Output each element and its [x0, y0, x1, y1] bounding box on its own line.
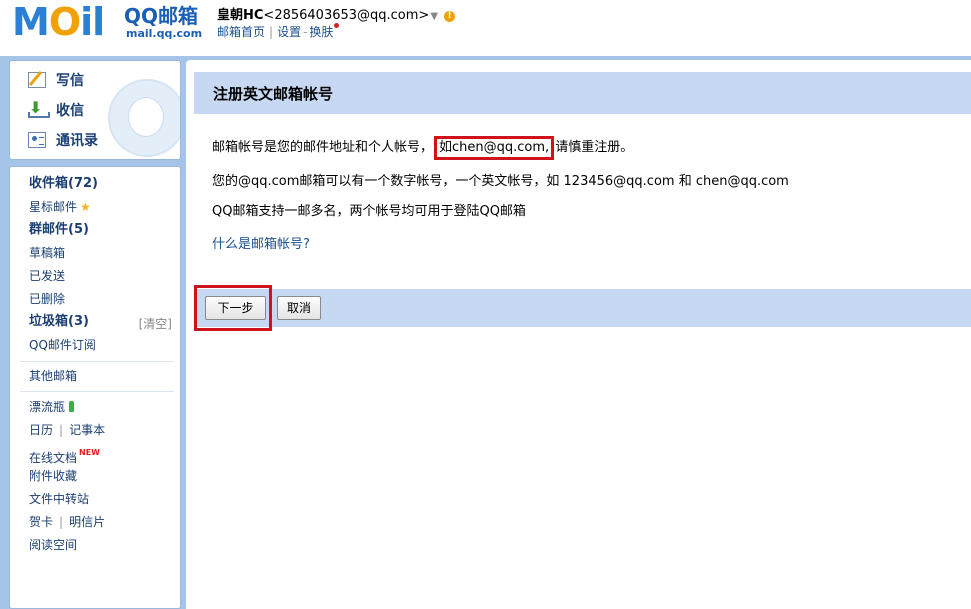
logo-wordmark: MOil — [12, 0, 105, 44]
write-icon — [28, 72, 46, 88]
folder-subscriptions[interactable]: QQ邮件订阅 — [29, 336, 96, 354]
greeting-cards-link[interactable]: 贺卡 — [29, 515, 53, 529]
description-tail: 请慎重注册。 — [555, 140, 634, 155]
what-is-account-link[interactable]: 什么是邮箱帐号? — [212, 236, 310, 254]
folder-deleted[interactable]: 已删除 — [29, 290, 65, 308]
multi-name-text: QQ邮箱支持一邮多名，两个帐号均可用于登陆QQ邮箱 — [212, 204, 526, 219]
folder-starred[interactable]: 星标邮件 ★ — [29, 198, 91, 216]
warning-icon[interactable]: ! — [444, 11, 456, 22]
star-icon: ★ — [80, 200, 91, 214]
calendar-link[interactable]: 日历 — [29, 423, 53, 437]
drift-bottle-link[interactable]: 漂流瓶 — [29, 398, 75, 416]
penguin-decoration-icon — [108, 79, 180, 157]
write-mail-button[interactable]: 写信 — [28, 69, 84, 91]
mailbox-home-link[interactable]: 邮箱首页 — [217, 25, 265, 39]
clear-spam-link[interactable]: [清空] — [139, 315, 172, 333]
receive-mail-button[interactable]: 收信 — [28, 98, 84, 121]
folder-inbox[interactable]: 收件箱(72) — [29, 175, 98, 193]
contacts-label: 通讯录 — [56, 133, 98, 149]
file-transfer-link[interactable]: 文件中转站 — [29, 490, 89, 508]
page-title: 注册英文邮箱帐号 — [213, 85, 334, 103]
folder-list: 收件箱(72) 星标邮件 ★ 群邮件(5) 草稿箱 已发送 已删除 垃圾箱(3) … — [9, 166, 181, 609]
quick-actions-panel: 写信 收信 通讯录 — [9, 60, 181, 160]
notification-dot-icon — [334, 23, 340, 28]
online-docs-link[interactable]: 在线文档 NEW — [29, 444, 100, 465]
highlighted-example: 如chen@qq.com, — [434, 136, 555, 160]
folder-sent[interactable]: 已发送 — [29, 267, 65, 285]
reading-space-link[interactable]: 阅读空间 — [29, 536, 77, 554]
receive-icon — [28, 98, 50, 118]
header: MOil QQ邮箱 mail.qq.com 皇朝HC<2856403653@qq… — [0, 0, 971, 58]
postcards-link[interactable]: 明信片 — [69, 515, 105, 529]
change-skin-link[interactable]: 换肤 — [309, 25, 333, 39]
cancel-button[interactable]: 取消 — [277, 296, 321, 320]
cards-row: 贺卡 | 明信片 — [29, 513, 105, 531]
online-docs-label: 在线文档 — [29, 451, 78, 465]
sidebar: 写信 收信 通讯录 收件箱(72) 星标邮件★ 群邮件(5) 草稿箱 已发送 已… — [9, 60, 181, 609]
folder-group[interactable]: 群邮件(5) — [29, 221, 89, 239]
contacts-button[interactable]: 通讯录 — [28, 129, 98, 151]
folder-other-mailboxes[interactable]: 其他邮箱 — [29, 367, 77, 385]
bottle-icon — [69, 401, 75, 412]
folder-starred-label: 星标邮件 — [29, 200, 78, 214]
account-description: 邮箱帐号是您的邮件地址和个人帐号， 如chen@qq.com, 请慎重注册。 — [212, 136, 633, 160]
divider — [20, 391, 174, 392]
logo-brand: QQ邮箱 — [124, 4, 199, 28]
divider — [20, 361, 174, 362]
separator: - — [303, 25, 308, 39]
drift-bottle-label: 漂流瓶 — [29, 400, 66, 414]
user-email: <2856403653@qq.com> — [263, 8, 430, 23]
separator: | — [269, 25, 274, 39]
contacts-icon — [28, 132, 46, 148]
attachments-link[interactable]: 附件收藏 — [29, 467, 77, 485]
write-label: 写信 — [56, 73, 84, 89]
folder-spam[interactable]: 垃圾箱(3) — [29, 313, 89, 331]
folder-drafts[interactable]: 草稿箱 — [29, 244, 65, 262]
highlight-box — [194, 285, 272, 331]
top-links: 邮箱首页 | 设置 - 换肤 — [217, 23, 340, 40]
qq-mail-logo[interactable]: MOil QQ邮箱 mail.qq.com — [12, 0, 203, 44]
user-name: 皇朝HC — [217, 8, 264, 23]
account-types-text: 您的@qq.com邮箱可以有一个数字帐号，一个英文帐号，如 123456@qq.… — [212, 174, 789, 189]
logo-domain: mail.qq.com — [126, 27, 203, 40]
receive-label: 收信 — [56, 103, 84, 119]
page-title-bar: 注册英文邮箱帐号 — [194, 72, 971, 114]
separator: | — [59, 423, 64, 437]
user-account[interactable]: 皇朝HC<2856403653@qq.com>▼! — [217, 4, 456, 23]
settings-link[interactable]: 设置 — [277, 25, 301, 39]
chevron-down-icon[interactable]: ▼ — [430, 11, 438, 22]
main-panel: 注册英文邮箱帐号 邮箱帐号是您的邮件地址和个人帐号， 如chen@qq.com, 请… — [186, 60, 971, 609]
new-badge: NEW — [79, 448, 100, 457]
notes-link[interactable]: 记事本 — [69, 423, 105, 437]
separator: | — [59, 515, 64, 529]
button-bar: 下一步 取消 — [194, 285, 971, 331]
calendar-notes-row: 日历 | 记事本 — [29, 421, 105, 439]
description-text: 邮箱帐号是您的邮件地址和个人帐号， — [212, 140, 434, 155]
